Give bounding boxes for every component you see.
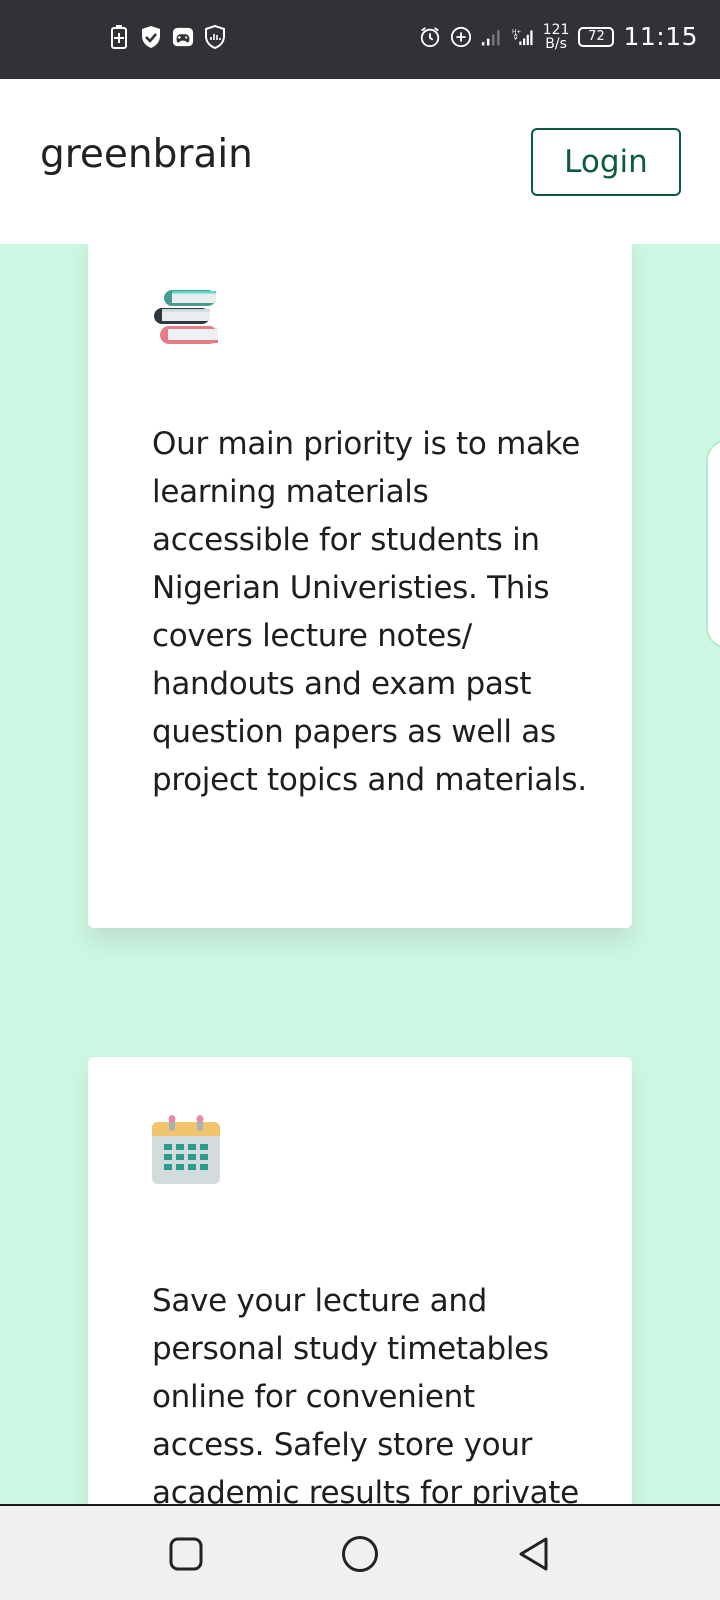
calendar-icon (150, 1114, 222, 1186)
system-nav-bar (0, 1504, 720, 1600)
shield-signal-icon (204, 24, 226, 50)
back-triangle-icon[interactable] (514, 1534, 554, 1574)
status-left-icons (108, 24, 226, 50)
home-circle-icon[interactable] (340, 1534, 380, 1574)
data-saver-icon (450, 24, 472, 50)
main-content[interactable]: Our main priority is to make learning ma… (0, 244, 720, 1504)
signal-hplus-icon: H+ (512, 24, 534, 50)
battery-level: 72 (588, 29, 605, 44)
feature-description-learning-materials: Our main priority is to make learning ma… (152, 426, 587, 798)
battery-indicator: 72 (578, 26, 615, 47)
books-icon (150, 282, 222, 354)
network-speed-value: 121 (542, 21, 570, 38)
game-controller-icon (172, 24, 194, 50)
carousel-next-card-edge[interactable] (706, 439, 720, 649)
status-right-icons: H+ 121 B/s 72 11:15 (419, 22, 698, 51)
status-clock: 11:15 (623, 22, 698, 51)
signal-icon (481, 24, 503, 50)
svg-text:H+: H+ (512, 29, 521, 35)
network-speed: 121 B/s (543, 23, 570, 51)
network-speed-unit: B/s (545, 35, 567, 52)
feature-card-learning-materials: Our main priority is to make learning ma… (88, 244, 632, 928)
feature-description-timetables: Save your lecture and personal study tim… (152, 1283, 579, 1504)
status-bar: H+ 121 B/s 72 11:15 (0, 0, 720, 79)
shield-check-icon (140, 24, 162, 50)
brand-logo-text[interactable]: greenbrain (40, 132, 253, 177)
alarm-icon (419, 24, 441, 50)
feature-card-timetables: Save your lecture and personal study tim… (88, 1057, 632, 1504)
login-button[interactable]: Login (531, 128, 681, 196)
battery-saver-icon (108, 24, 130, 50)
recents-square-icon[interactable] (166, 1534, 206, 1574)
